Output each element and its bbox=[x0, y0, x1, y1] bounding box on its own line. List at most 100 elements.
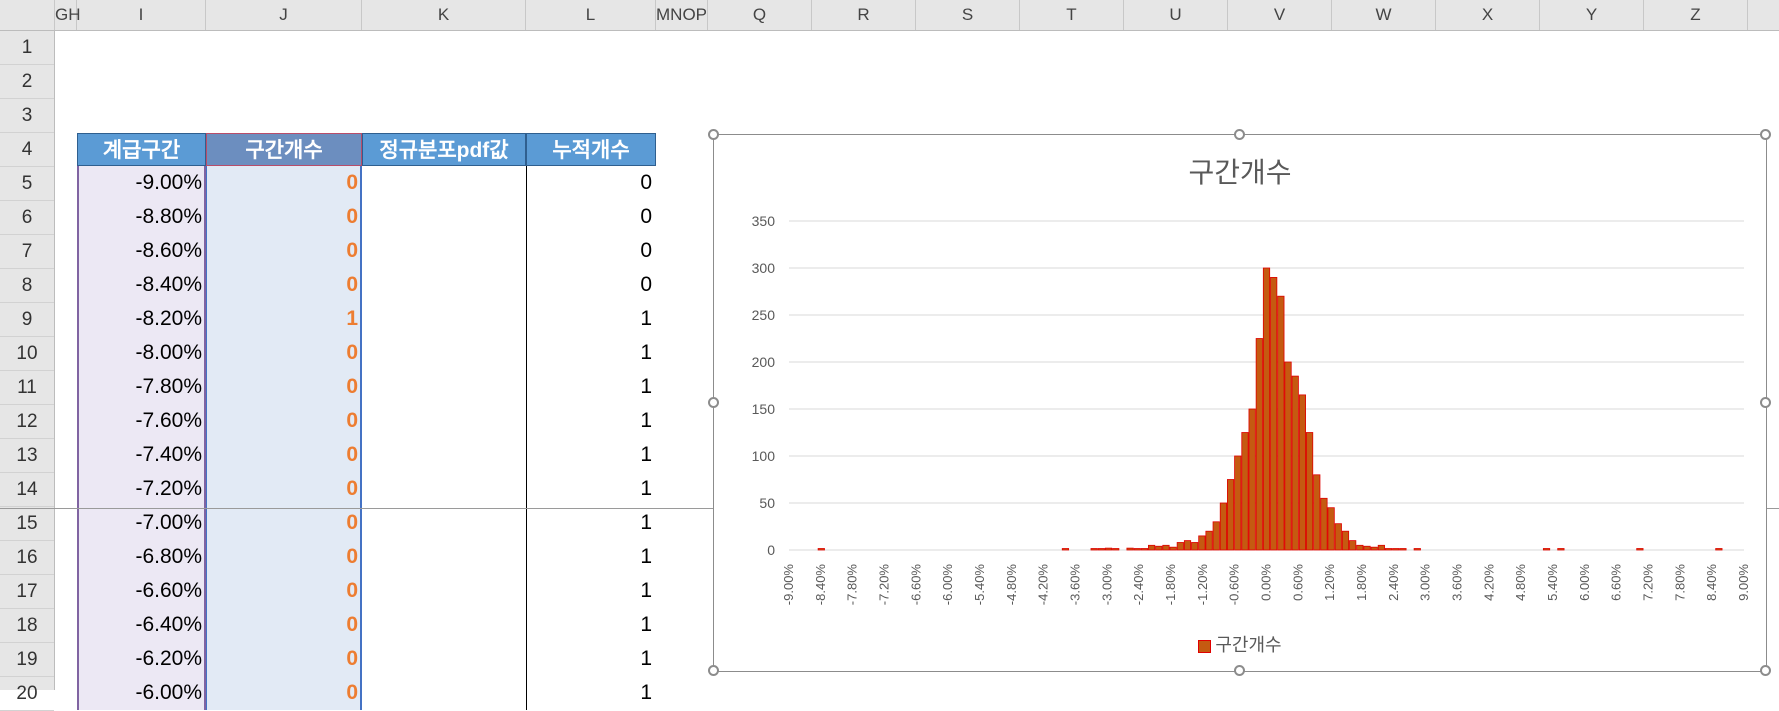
table-header-2[interactable]: 구간개수 bbox=[206, 133, 362, 166]
histogram-bar[interactable] bbox=[1140, 548, 1149, 551]
cell-cumulative[interactable]: 1 bbox=[526, 302, 656, 336]
cell-count[interactable]: 0 bbox=[206, 166, 362, 200]
cell-class[interactable]: -7.00% bbox=[77, 506, 206, 540]
cell-cumulative[interactable]: 0 bbox=[526, 268, 656, 302]
histogram-bar[interactable] bbox=[1349, 540, 1357, 551]
histogram-bar[interactable] bbox=[1334, 523, 1342, 551]
histogram-bar[interactable] bbox=[1377, 544, 1385, 551]
histogram-bar[interactable] bbox=[1219, 502, 1228, 551]
histogram-bar[interactable] bbox=[1305, 432, 1314, 551]
histogram-bar[interactable] bbox=[1341, 530, 1350, 551]
cell-class[interactable]: -7.80% bbox=[77, 370, 206, 404]
cell-class[interactable]: -7.20% bbox=[77, 472, 206, 506]
cell-class[interactable]: -6.00% bbox=[77, 676, 206, 710]
column-header-y[interactable]: Y bbox=[1540, 0, 1644, 30]
row-header-6[interactable]: 6 bbox=[0, 201, 54, 235]
histogram-bar[interactable] bbox=[1363, 545, 1371, 551]
cell-cumulative[interactable]: 1 bbox=[526, 574, 656, 608]
cell-pdf[interactable] bbox=[362, 302, 526, 336]
cell-class[interactable]: -9.00% bbox=[77, 166, 206, 200]
chart-resize-handle[interactable] bbox=[1234, 129, 1245, 140]
cell-cumulative[interactable]: 0 bbox=[526, 166, 656, 200]
histogram-bar[interactable] bbox=[1356, 544, 1364, 551]
histogram-bar[interactable] bbox=[1370, 546, 1378, 551]
select-all-corner[interactable] bbox=[0, 0, 55, 30]
cell-pdf[interactable] bbox=[362, 608, 526, 642]
column-header-u[interactable]: U bbox=[1124, 0, 1228, 30]
histogram-bar[interactable] bbox=[1148, 544, 1156, 551]
row-header-18[interactable]: 18 bbox=[0, 609, 54, 643]
histogram-bar[interactable] bbox=[1104, 547, 1113, 551]
histogram-bar[interactable] bbox=[1327, 507, 1335, 551]
cell-pdf[interactable] bbox=[362, 472, 526, 506]
histogram-bar[interactable] bbox=[1227, 479, 1235, 551]
cell-pdf[interactable] bbox=[362, 574, 526, 608]
row-header-1[interactable]: 1 bbox=[0, 31, 54, 65]
chart-resize-handle[interactable] bbox=[708, 665, 719, 676]
cell-cumulative[interactable]: 0 bbox=[526, 200, 656, 234]
row-header-8[interactable]: 8 bbox=[0, 269, 54, 303]
histogram-bar[interactable] bbox=[1090, 548, 1098, 551]
cell-class[interactable]: -8.60% bbox=[77, 234, 206, 268]
cell-count[interactable]: 0 bbox=[206, 472, 362, 506]
row-header-15[interactable]: 15 bbox=[0, 507, 54, 541]
histogram-bar[interactable] bbox=[1277, 295, 1285, 551]
table-header-3[interactable]: 정규분포pdf값 bbox=[362, 133, 526, 166]
histogram-bar[interactable] bbox=[1255, 338, 1263, 551]
histogram-bar[interactable] bbox=[1399, 548, 1407, 551]
cell-cumulative[interactable]: 1 bbox=[526, 506, 656, 540]
histogram-bar[interactable] bbox=[1715, 548, 1723, 551]
column-header-r[interactable]: R bbox=[812, 0, 916, 30]
table-header-4[interactable]: 누적개수 bbox=[526, 133, 656, 166]
cell-class[interactable]: -8.20% bbox=[77, 302, 206, 336]
cell-pdf[interactable] bbox=[362, 370, 526, 404]
cell-count[interactable]: 0 bbox=[206, 506, 362, 540]
histogram-bar[interactable] bbox=[1176, 542, 1184, 551]
histogram-bar[interactable] bbox=[1169, 546, 1177, 551]
chart-resize-handle[interactable] bbox=[1760, 397, 1771, 408]
chart-resize-handle[interactable] bbox=[708, 129, 719, 140]
histogram-bar[interactable] bbox=[1284, 361, 1292, 551]
cell-cumulative[interactable]: 1 bbox=[526, 404, 656, 438]
cell-count[interactable]: 0 bbox=[206, 336, 362, 370]
histogram-bar[interactable] bbox=[1413, 548, 1421, 551]
cell-cumulative[interactable]: 1 bbox=[526, 676, 656, 710]
histogram-bar[interactable] bbox=[1557, 548, 1565, 551]
cell-cumulative[interactable]: 1 bbox=[526, 336, 656, 370]
cell-cumulative[interactable]: 1 bbox=[526, 370, 656, 404]
histogram-bar[interactable] bbox=[1198, 535, 1206, 551]
row-header-2[interactable]: 2 bbox=[0, 65, 54, 99]
row-header-10[interactable]: 10 bbox=[0, 337, 54, 371]
histogram-bar[interactable] bbox=[1212, 521, 1220, 551]
cell-count[interactable]: 0 bbox=[206, 370, 362, 404]
cell-count[interactable]: 0 bbox=[206, 438, 362, 472]
histogram-bar[interactable] bbox=[1133, 548, 1141, 551]
cell-class[interactable]: -6.40% bbox=[77, 608, 206, 642]
histogram-bar[interactable] bbox=[1162, 544, 1170, 551]
row-header-14[interactable]: 14 bbox=[0, 473, 54, 507]
cell-class[interactable]: -6.80% bbox=[77, 540, 206, 574]
cell-count[interactable]: 0 bbox=[206, 200, 362, 234]
cell-pdf[interactable] bbox=[362, 676, 526, 710]
column-header-x[interactable]: X bbox=[1436, 0, 1540, 30]
cell-pdf[interactable] bbox=[362, 438, 526, 472]
histogram-bar[interactable] bbox=[1542, 548, 1551, 551]
cell-pdf[interactable] bbox=[362, 540, 526, 574]
histogram-bar[interactable] bbox=[1126, 547, 1134, 551]
cell-pdf[interactable] bbox=[362, 404, 526, 438]
histogram-bar[interactable] bbox=[1155, 545, 1163, 551]
cell-pdf[interactable] bbox=[362, 200, 526, 234]
column-header-s[interactable]: S bbox=[916, 0, 1020, 30]
cell-class[interactable]: -8.40% bbox=[77, 268, 206, 302]
histogram-bar[interactable] bbox=[1205, 530, 1213, 551]
cell-class[interactable]: -8.80% bbox=[77, 200, 206, 234]
row-header-19[interactable]: 19 bbox=[0, 643, 54, 677]
chart-resize-handle[interactable] bbox=[708, 397, 719, 408]
cell-count[interactable]: 0 bbox=[206, 676, 362, 710]
histogram-bar[interactable] bbox=[1392, 548, 1400, 551]
column-header-mnop[interactable]: MNOP bbox=[656, 0, 708, 30]
column-header-j[interactable]: J bbox=[206, 0, 362, 30]
row-header-16[interactable]: 16 bbox=[0, 541, 54, 575]
cell-pdf[interactable] bbox=[362, 268, 526, 302]
histogram-bar[interactable] bbox=[1248, 408, 1256, 551]
